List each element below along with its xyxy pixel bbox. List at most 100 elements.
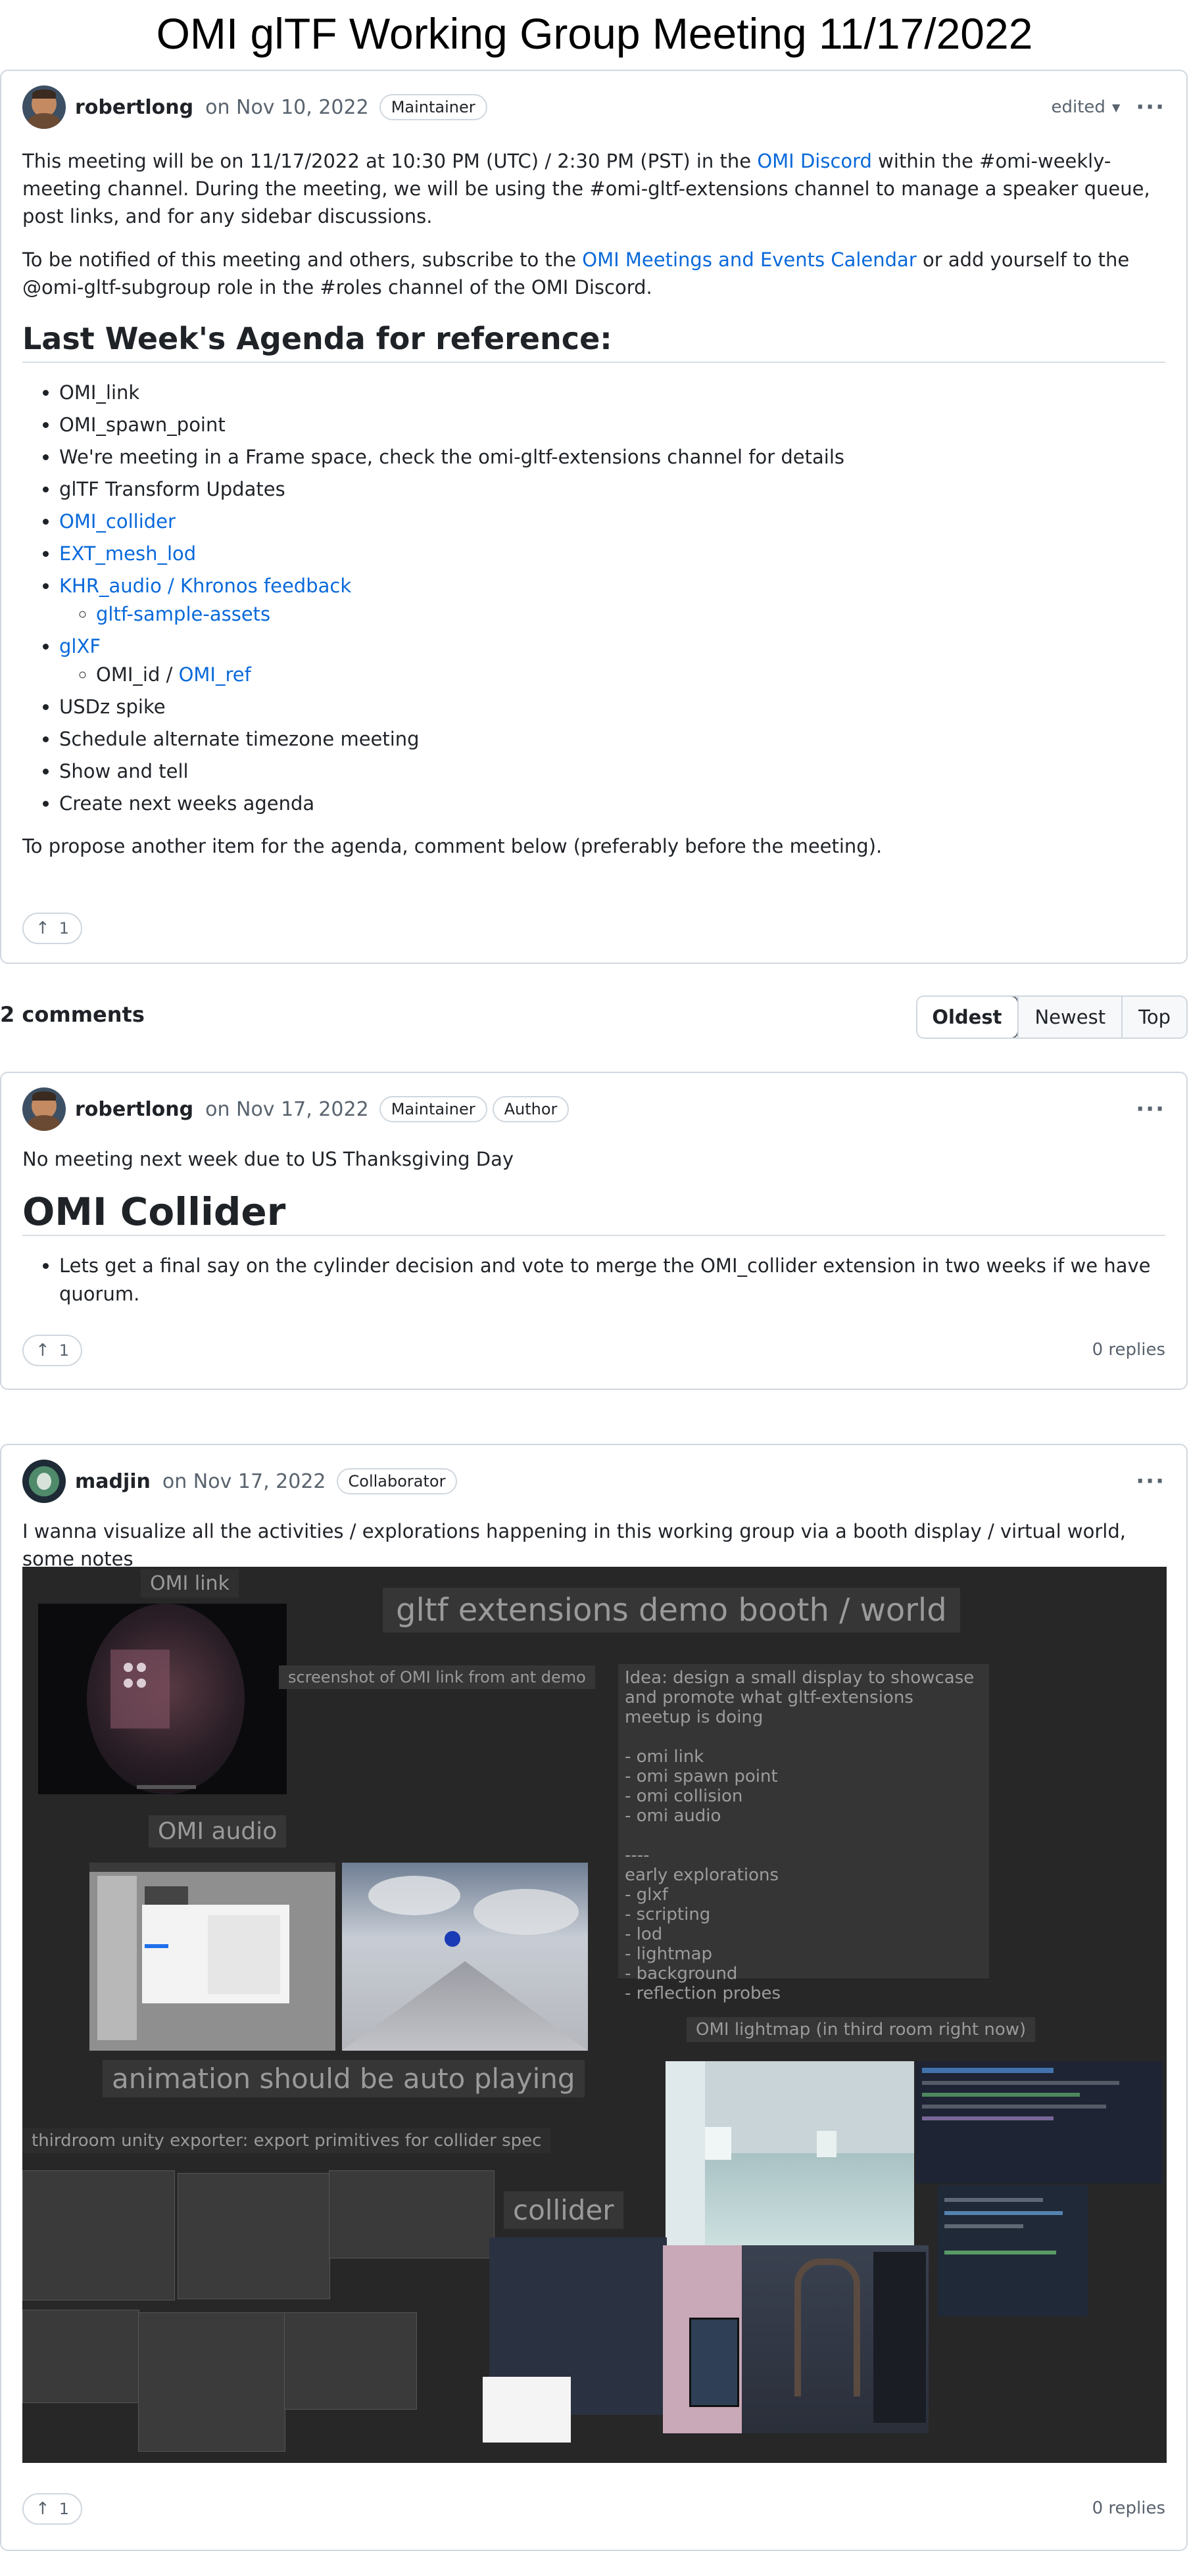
author-name[interactable]: madjin [75, 1470, 151, 1493]
maintainer-badge: Maintainer [379, 1096, 487, 1122]
omi-discord-link[interactable]: OMI Discord [757, 150, 872, 172]
list-item: USDz spike [59, 693, 1165, 721]
collider-json-screenshot [483, 2377, 571, 2443]
edited-label: edited [1051, 97, 1105, 117]
sort-top-button[interactable]: Top [1121, 997, 1186, 1038]
maintainer-badge: Maintainer [379, 94, 487, 120]
list-item: EXT_mesh_lod [59, 540, 1165, 568]
comment-date[interactable]: on Nov 17, 2022 [205, 1098, 369, 1121]
notify-text: To be notified of this meeting and other… [22, 249, 583, 271]
list-item: glXF OMI_id / OMI_ref [59, 632, 1165, 689]
collaborator-badge: Collaborator [336, 1468, 458, 1494]
more-options-icon[interactable]: ··· [1136, 1096, 1165, 1122]
upvote-count: 1 [59, 919, 70, 938]
comment-card: robertlong on Nov 17, 2022 Maintainer Au… [0, 1072, 1188, 1390]
upvote-button[interactable]: ↑ 1 [22, 913, 83, 944]
unity-editor-screenshot-3 [329, 2170, 495, 2258]
notify-info: To be notified of this meeting and other… [22, 246, 1165, 301]
lightmap-screenshot [666, 2061, 914, 2245]
collider-heading: OMI Collider [22, 1193, 1165, 1236]
list-item: gltf-sample-assets [96, 600, 1165, 629]
replies-count[interactable]: 0 replies [1092, 2498, 1165, 2518]
unity-editor-screenshot-2 [178, 2173, 330, 2299]
unity-editor-screenshot-4 [22, 2310, 139, 2403]
list-item: OMI_collider [59, 508, 1165, 536]
omi-link-screenshot [38, 1604, 287, 1794]
unity-editor-screenshot-5 [138, 2312, 285, 2452]
comment-text: No meeting next week due to US Thanksgiv… [22, 1148, 514, 1170]
screenshot-caption: screenshot of OMI link from ant demo [279, 1665, 595, 1689]
upvote-count: 1 [59, 2500, 70, 2518]
comment-text: I wanna visualize all the activities / e… [22, 1520, 1126, 1570]
calendar-link[interactable]: OMI Meetings and Events Calendar [582, 249, 916, 271]
code-editor-screenshot [915, 2061, 1163, 2183]
comment-header: robertlong on Nov 17, 2022 Maintainer Au… [22, 1086, 1165, 1132]
agenda-list: OMI_link OMI_spawn_point We're meeting i… [22, 379, 1165, 818]
author-badge: Author [492, 1096, 570, 1122]
list-item: OMI_id / OMI_ref [96, 661, 1165, 689]
arrow-up-icon: ↑ [36, 918, 50, 938]
avatar[interactable] [22, 85, 66, 129]
comments-count: 2 comments [0, 1002, 145, 1027]
comment-date[interactable]: on Nov 17, 2022 [162, 1470, 326, 1493]
author-name[interactable]: robertlong [75, 96, 193, 119]
list-item: Lets get a final say on the cylinder dec… [59, 1252, 1165, 1308]
avatar[interactable] [22, 1087, 66, 1131]
comment-body: No meeting next week due to US Thanksgiv… [22, 1145, 1165, 1312]
unity-editor-screenshot-1 [22, 2170, 175, 2301]
post-body: This meeting will be on 11/17/2022 at 10… [22, 147, 1165, 876]
caret-down-icon: ▼ [1111, 101, 1121, 114]
meeting-text: This meeting will be on 11/17/2022 at 10… [22, 150, 758, 172]
gltf-sample-assets-link[interactable]: gltf-sample-assets [96, 603, 270, 625]
omi-id-text: OMI_id / [96, 663, 179, 686]
meeting-info: This meeting will be on 11/17/2022 at 10… [22, 147, 1165, 230]
list-item: We're meeting in a Frame space, check th… [59, 443, 1165, 471]
list-item: Schedule alternate timezone meeting [59, 725, 1165, 753]
omi-ref-link[interactable]: OMI_ref [179, 663, 251, 686]
code-snippet-screenshot [938, 2185, 1088, 2316]
upvote-count: 1 [59, 1341, 70, 1360]
sort-toggle: Oldest Newest Top [916, 995, 1188, 1039]
lightmap-label: OMI lightmap (in third room right now) [687, 2017, 1036, 2042]
edited-dropdown[interactable]: edited ▼ [1052, 97, 1121, 117]
glxf-link[interactable]: glXF [59, 635, 101, 657]
post-card: robertlong on Nov 10, 2022 Maintainer ed… [0, 70, 1188, 964]
sort-newest-button[interactable]: Newest [1017, 997, 1121, 1038]
collider-label: collider [504, 2191, 623, 2229]
more-options-icon[interactable]: ··· [1136, 94, 1165, 120]
omi-link-label: OMI link [141, 1569, 239, 1598]
list-item: Show and tell [59, 757, 1165, 786]
booth-title: gltf extensions demo booth / world [383, 1588, 960, 1633]
list-item: KHR_audio / Khronos feedback gltf-sample… [59, 572, 1165, 629]
list-item: glTF Transform Updates [59, 475, 1165, 504]
interior-scene-screenshot [663, 2245, 929, 2433]
sort-oldest-button[interactable]: Oldest [917, 997, 1019, 1038]
idea-notes: Idea: design a small display to showcase… [618, 1664, 989, 2003]
comment-header: madjin on Nov 17, 2022 Collaborator ··· [22, 1458, 1165, 1504]
sky-scene-screenshot [342, 1863, 588, 2051]
upvote-button[interactable]: ↑ 1 [22, 1335, 83, 1366]
unity-editor-screenshot-6 [284, 2312, 417, 2410]
list-item: Create next weeks agenda [59, 790, 1165, 818]
omi-audio-screenshot [89, 1863, 335, 2051]
exporter-label: thirdroom unity exporter: export primiti… [22, 2128, 551, 2153]
post-date[interactable]: on Nov 10, 2022 [205, 96, 369, 119]
arrow-up-icon: ↑ [36, 1341, 50, 1360]
booth-collage-image[interactable]: OMI link gltf extensions demo booth / wo… [22, 1567, 1167, 2463]
list-item: OMI_link [59, 379, 1165, 407]
arrow-up-icon: ↑ [36, 2499, 50, 2519]
omi-audio-label: OMI audio [149, 1815, 287, 1848]
replies-count[interactable]: 0 replies [1092, 1340, 1165, 1360]
omi-collider-link[interactable]: OMI_collider [59, 510, 176, 533]
avatar[interactable] [22, 1460, 66, 1503]
more-options-icon[interactable]: ··· [1136, 1468, 1165, 1494]
bullet-list: Lets get a final say on the cylinder dec… [22, 1252, 1165, 1308]
author-name[interactable]: robertlong [75, 1098, 193, 1121]
post-header: robertlong on Nov 10, 2022 Maintainer ed… [22, 84, 1165, 130]
animation-note: animation should be auto playing [103, 2060, 585, 2097]
page-title: OMI glTF Working Group Meeting 11/17/202… [156, 9, 1033, 58]
khr-audio-link[interactable]: KHR_audio / Khronos feedback [59, 575, 351, 597]
upvote-button[interactable]: ↑ 1 [22, 2493, 83, 2525]
ext-mesh-lod-link[interactable]: EXT_mesh_lod [59, 542, 196, 565]
agenda-footer-note: To propose another item for the agenda, … [22, 835, 883, 857]
